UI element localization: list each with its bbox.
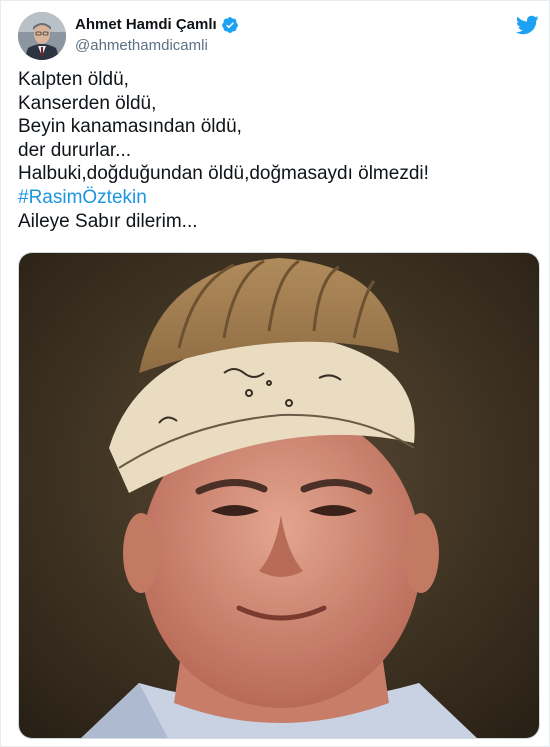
tweet-line: Kanserden öldü,	[18, 92, 157, 114]
tweet-line: Kalpten öldü,	[18, 69, 129, 90]
twitter-bird-icon[interactable]	[515, 13, 539, 37]
tweet-closing-line: Aileye Sabır dilerim...	[18, 210, 198, 232]
verified-badge-icon	[221, 17, 238, 33]
tweet-line: Beyin kanamasından öldü,	[18, 116, 242, 138]
author-name-row[interactable]: Ahmet Hamdi Çamlı	[75, 15, 239, 35]
author-handle[interactable]: @ahmethamdicamli	[75, 36, 208, 56]
hashtag-link[interactable]: #RasimÖztekin	[18, 186, 429, 210]
tweet-line: der dururlar...	[18, 139, 131, 161]
author-display-name[interactable]: Ahmet Hamdi Çamlı	[75, 15, 217, 35]
tweet-card: Ahmet Hamdi Çamlı @ahmethamdicamli Kalpt…	[0, 0, 550, 747]
tweet-line: Halbuki,doğduğundan öldü,doğmasaydı ölme…	[18, 163, 429, 185]
tweet-photo-image	[19, 253, 539, 738]
tweet-photo[interactable]	[18, 252, 540, 739]
tweet-text: Kalpten öldü, Kanserden öldü, Beyin kana…	[18, 68, 429, 233]
avatar-portrait-image	[18, 12, 66, 60]
avatar[interactable]	[18, 12, 66, 60]
